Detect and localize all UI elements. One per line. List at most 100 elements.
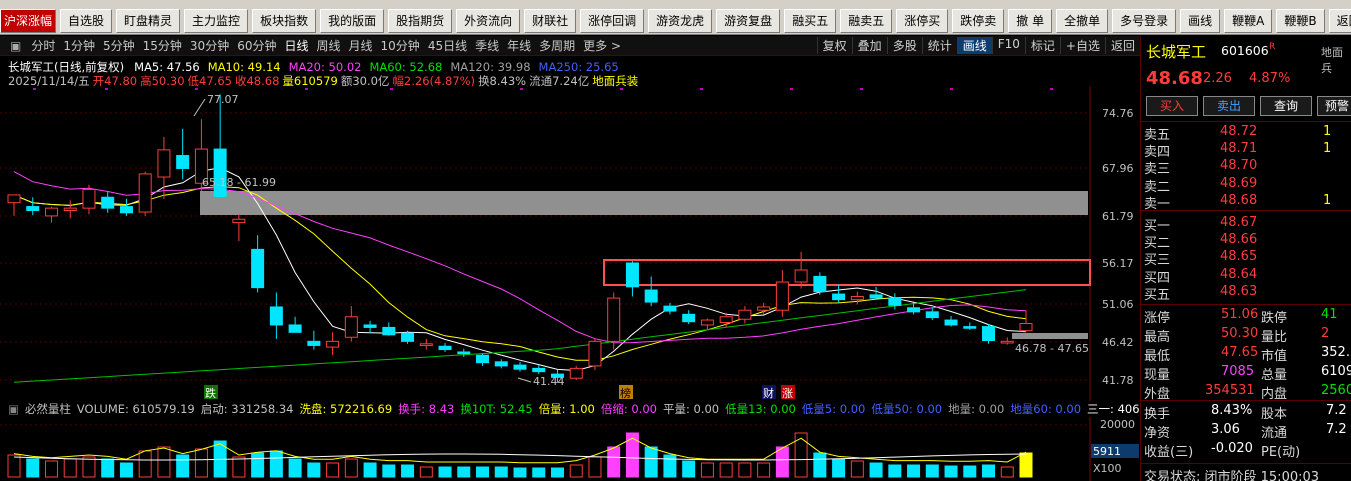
period-tab[interactable]: 更多 > (579, 37, 625, 54)
candle-body (663, 305, 677, 312)
signal-tag: 涨 (782, 387, 793, 400)
candle-body (738, 309, 752, 320)
chart-tool-tab[interactable]: +自选 (1059, 37, 1105, 54)
period-tab[interactable]: 60分钟 (233, 37, 280, 54)
y-tick-label: 46.42 (1102, 336, 1134, 349)
y-tick-label: 41.78 (1102, 374, 1134, 387)
volume-bar (251, 452, 265, 478)
toolbar-button[interactable]: 画线 (1180, 8, 1221, 33)
period-tab[interactable]: 日线 (280, 37, 312, 54)
volume-bar (1000, 466, 1014, 478)
toolbar-button[interactable]: 沪深涨幅 (0, 8, 57, 33)
stat-row: 外盘 354531 内盘 2560 (1141, 383, 1351, 402)
margin-badge-icon: R (1269, 42, 1276, 52)
toolbar-button[interactable]: 融买五 (784, 8, 837, 33)
volume-bar (119, 462, 133, 478)
chart-tool-tab[interactable]: 多股 (886, 37, 922, 54)
stat-label: 换手 (1144, 407, 1171, 422)
candle-body (138, 173, 152, 213)
toolbar-button[interactable]: 全撤单 (1056, 8, 1109, 33)
toolbar-button[interactable]: 财联社 (524, 8, 577, 33)
toolbar-button[interactable]: 返回 (1328, 8, 1351, 33)
toolbar-button[interactable]: 自选股 (60, 8, 113, 33)
candle-body (569, 367, 583, 379)
period-tab[interactable]: 多周期 (535, 37, 579, 54)
chart-tool-tab[interactable]: 画线 (956, 37, 992, 54)
toolbar-button[interactable]: 板块指数 (252, 8, 317, 33)
toolbar-button[interactable]: 涨停买 (896, 8, 949, 33)
period-tab[interactable]: 5分钟 (99, 37, 139, 54)
divider (1141, 400, 1351, 401)
alert-button[interactable]: 预警 (1317, 96, 1351, 116)
ask-volume: 1 (1323, 192, 1332, 208)
toolbar: 沪深涨幅 自选股 盯盘精灵 主力监控 板块指数 我的版面 股指期货 外资流向 财联社 涨停回调 游资… (0, 7, 1351, 35)
support-band (1012, 333, 1088, 339)
marker-dot (105, 88, 108, 90)
kline-chart[interactable]: 74.76 67.96 61.79 56.17 51.06 46.42 41.78 77.07… (0, 86, 1140, 401)
signal-tag: 财 (763, 386, 774, 400)
stat-label: 现量 (1144, 368, 1171, 383)
toolbar-button[interactable]: 盯盘精灵 (116, 8, 181, 33)
stat-label: 跌停 (1261, 311, 1288, 326)
volume-bar (1019, 452, 1033, 478)
toolbar-button[interactable]: 跌停卖 (952, 8, 1005, 33)
toolbar-button[interactable]: 融卖五 (840, 8, 893, 33)
volume-settings-icon[interactable]: ▣ (8, 402, 19, 416)
toolbar-button[interactable]: 我的版面 (320, 8, 385, 33)
stat-value: 41 (1321, 307, 1338, 322)
period-tab[interactable]: 15分钟 (139, 37, 186, 54)
volume-bar (101, 458, 115, 478)
marker-dot (950, 88, 953, 90)
volume-bar (476, 466, 490, 478)
period-tab[interactable]: 45日线 (424, 37, 471, 54)
candle-body (157, 149, 171, 178)
volume-chart[interactable]: 20000 5911 X100 (0, 417, 1140, 481)
chart-tool-tab[interactable]: 统计 (921, 37, 957, 54)
period-tab[interactable]: 分时 (27, 37, 59, 54)
toolbar-button[interactable]: 游资龙虎 (648, 8, 713, 33)
period-tabbar: ▣ 分时 1分钟 5分钟 15分钟 30分钟 60分钟 日线 周线 月线 10分钟 45日线 季线 年线… (0, 36, 1140, 56)
period-tab[interactable]: 10分钟 (377, 37, 424, 54)
sell-button[interactable]: 卖出 (1203, 96, 1255, 116)
period-tab[interactable]: 周线 (313, 37, 345, 54)
toolbar-button[interactable]: 鞭鞭B (1276, 8, 1325, 33)
candle-body (269, 306, 283, 326)
toolbar-button[interactable]: 多号登录 (1112, 8, 1177, 33)
volume-field: 倍量: 1.00 (538, 402, 595, 416)
toolbar-button[interactable]: 外资流向 (456, 8, 521, 33)
price-change: 2.26 (1203, 71, 1232, 86)
chart-settings-icon[interactable]: ▣ (0, 39, 27, 53)
ma-label: MA250: 25.65 (538, 60, 619, 74)
toolbar-button[interactable]: 主力监控 (184, 8, 249, 33)
candle-body (532, 367, 546, 373)
chart-tool-tab[interactable]: 叠加 (851, 37, 887, 54)
candle-body (907, 307, 921, 313)
stat-value: 2560 (1321, 383, 1351, 398)
chart-tool-tab[interactable]: 返回 (1104, 37, 1140, 54)
stat-label: 最高 (1144, 330, 1171, 345)
chart-tool-tab[interactable]: 标记 (1024, 37, 1060, 54)
band-annotation: 65.18 - 61.99 (202, 176, 276, 189)
volume-bar (494, 466, 508, 478)
period-tab[interactable]: 月线 (345, 37, 377, 54)
divider (1141, 210, 1351, 211)
toolbar-button[interactable]: 撤 单 (1008, 8, 1053, 33)
chart-tool-tab[interactable]: F10 (991, 37, 1025, 54)
signal-tag: 榜 (620, 386, 631, 400)
toolbar-button[interactable]: 鞭鞭A (1224, 8, 1273, 33)
toolbar-button[interactable]: 涨停回调 (580, 8, 645, 33)
period-tab[interactable]: 1分钟 (59, 37, 99, 54)
toolbar-button[interactable]: 股指期货 (388, 8, 453, 33)
chart-tool-tab[interactable]: 复权 (816, 37, 852, 54)
buy-button[interactable]: 买入 (1146, 96, 1198, 116)
period-tab[interactable]: 季线 (471, 37, 503, 54)
bid-label: 买四 (1144, 270, 1171, 286)
candle-body (63, 207, 77, 211)
candle-body (119, 206, 133, 214)
toolbar-button[interactable]: 游资复盘 (716, 8, 781, 33)
period-tab[interactable]: 30分钟 (186, 37, 233, 54)
query-button[interactable]: 查询 (1260, 96, 1312, 116)
period-tab[interactable]: 年线 (503, 37, 535, 54)
ask-price: 48.70 (1220, 158, 1258, 174)
low-annotation: 41.44 (533, 375, 565, 388)
